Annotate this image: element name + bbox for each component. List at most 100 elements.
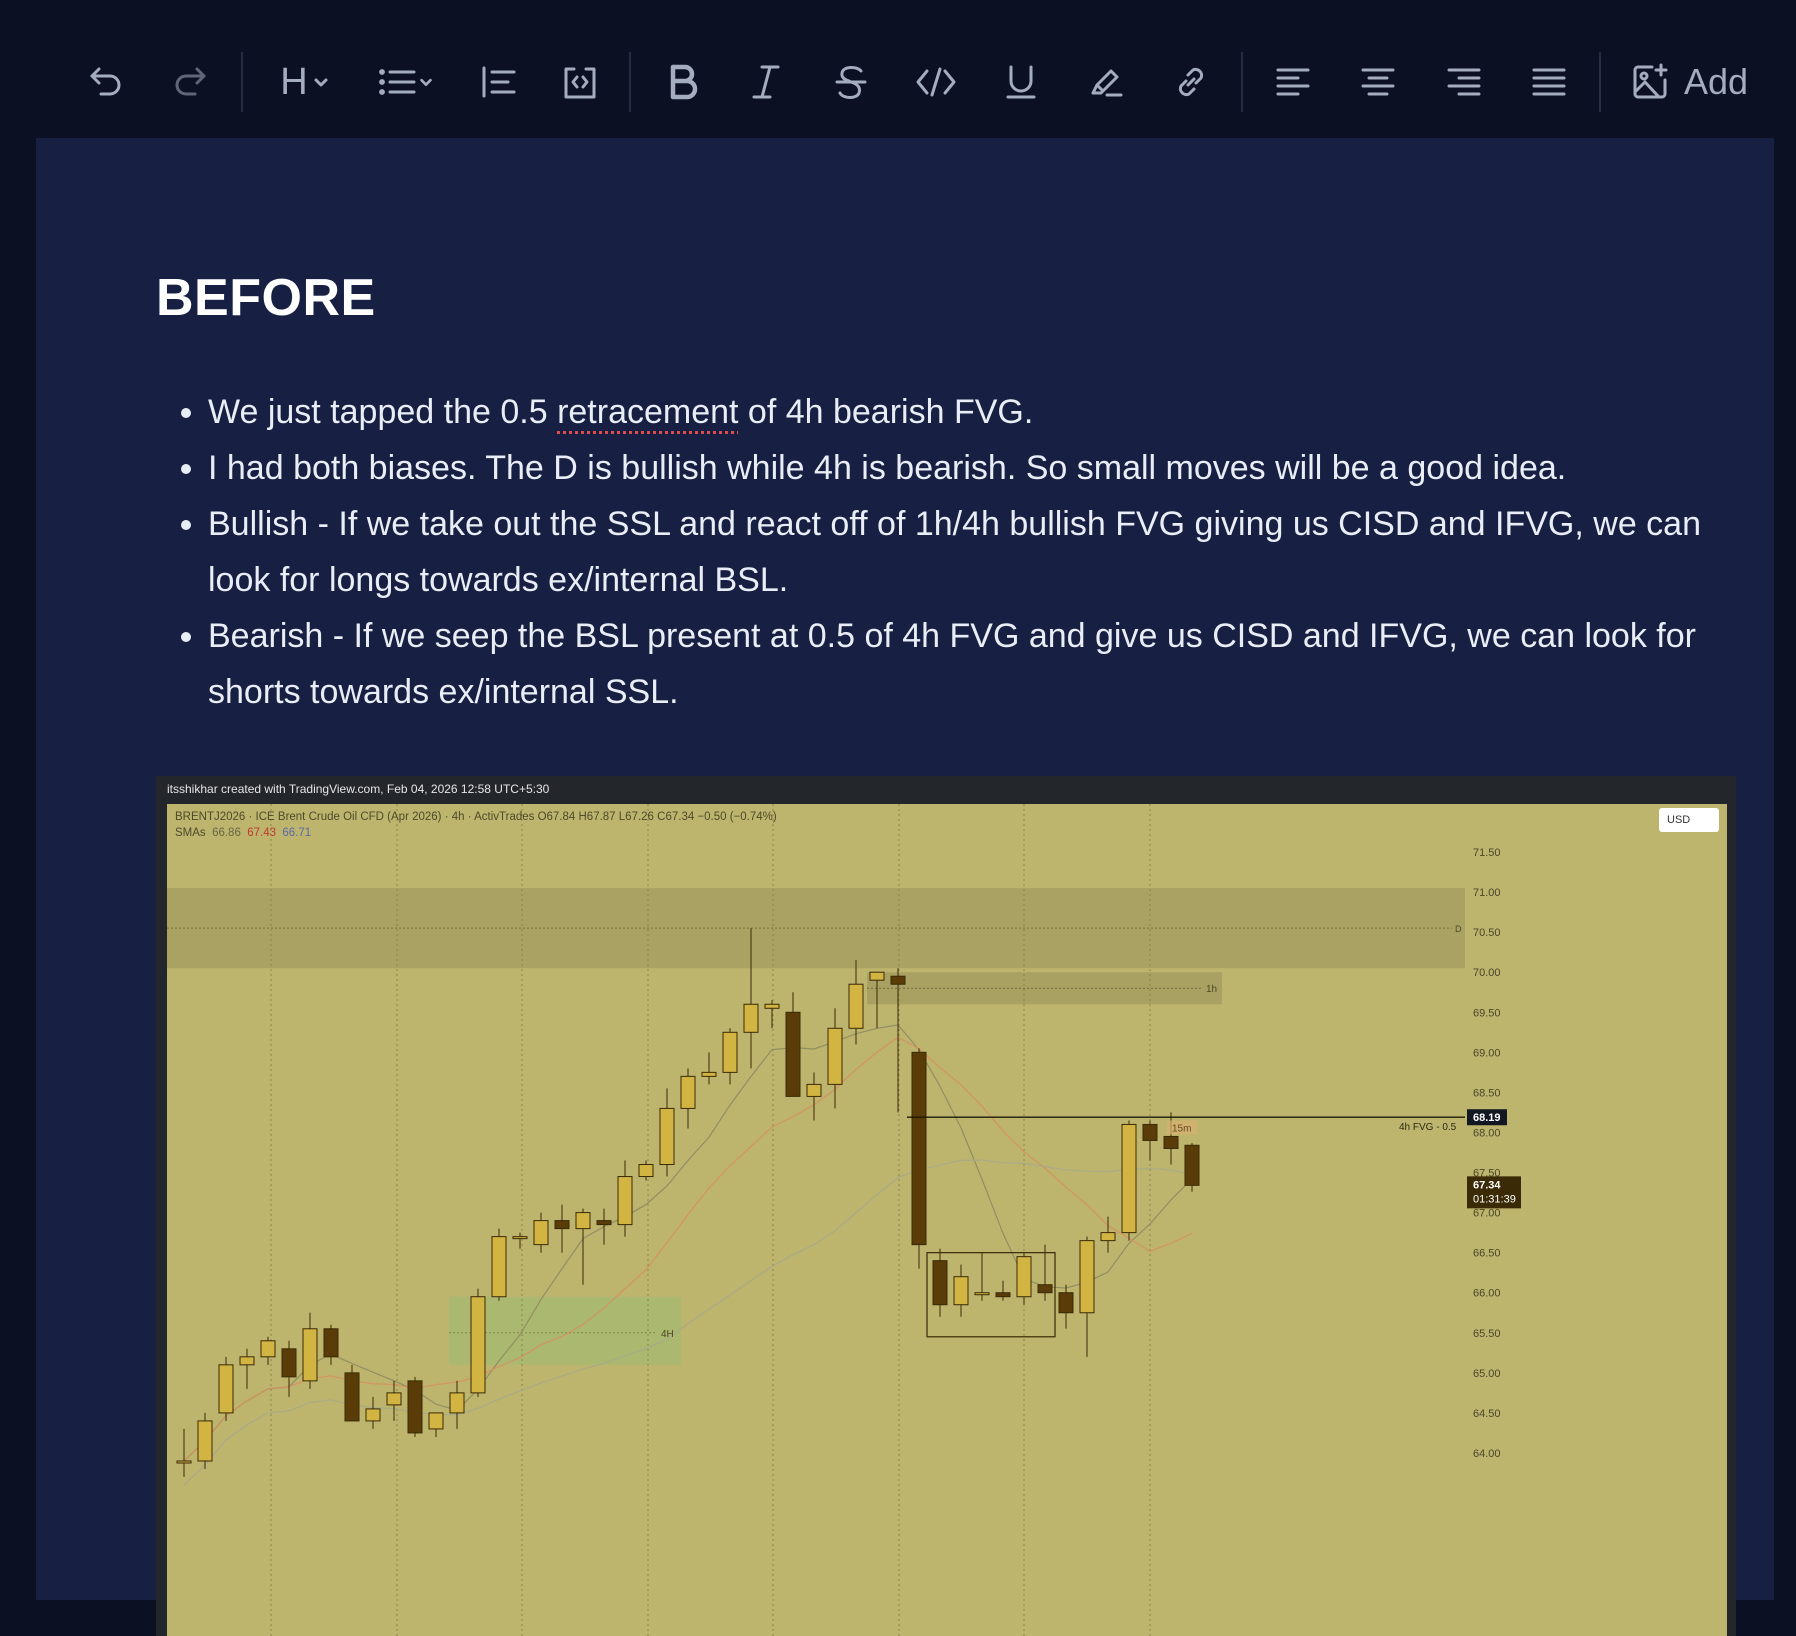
candle-body bbox=[365, 1408, 381, 1422]
strikethrough-icon bbox=[835, 66, 867, 99]
candle-body bbox=[302, 1328, 318, 1382]
toolbar-divider bbox=[241, 52, 243, 112]
candle-body bbox=[827, 1027, 843, 1085]
align-right-button[interactable] bbox=[1436, 52, 1492, 112]
align-justify-icon bbox=[1532, 68, 1566, 96]
align-left-button[interactable] bbox=[1265, 52, 1321, 112]
currency-button: USD bbox=[1659, 808, 1719, 832]
y-tick-label: 65.50 bbox=[1473, 1328, 1501, 1340]
y-tick-label: 70.00 bbox=[1473, 967, 1501, 979]
y-tick-label: 64.00 bbox=[1473, 1448, 1501, 1460]
toolbar-divider bbox=[629, 52, 631, 112]
list-dropdown[interactable] bbox=[372, 52, 440, 112]
candle-body bbox=[554, 1220, 570, 1230]
candle-body bbox=[1058, 1292, 1074, 1314]
align-left-icon bbox=[1276, 68, 1310, 96]
blockquote-button[interactable] bbox=[470, 52, 526, 112]
candle-body bbox=[575, 1212, 591, 1230]
list-item[interactable]: Bullish - If we take out the SSL and rea… bbox=[208, 496, 1748, 608]
h1-label: 1h bbox=[1206, 984, 1217, 995]
candle-body bbox=[1142, 1123, 1158, 1141]
candle-body bbox=[1184, 1144, 1200, 1186]
candle-body bbox=[470, 1296, 486, 1394]
undo-icon bbox=[90, 67, 121, 96]
candle-body bbox=[974, 1292, 990, 1296]
embedded-chart-image[interactable]: itsshikhar created with TradingView.com,… bbox=[156, 776, 1736, 1636]
y-tick-label: 67.00 bbox=[1473, 1208, 1501, 1220]
highlight-button[interactable] bbox=[1078, 52, 1134, 112]
heading-dropdown[interactable]: H bbox=[270, 52, 340, 112]
list-item-text: We just tapped the 0.5 bbox=[208, 393, 558, 431]
candle-body bbox=[218, 1364, 234, 1414]
strikethrough-button[interactable] bbox=[823, 52, 879, 112]
align-right-icon bbox=[1447, 68, 1481, 96]
undo-button[interactable] bbox=[78, 52, 134, 112]
y-tick-label: 69.00 bbox=[1473, 1047, 1501, 1059]
list-item-text: of 4h bearish FVG. bbox=[738, 393, 1034, 431]
code-block-button[interactable] bbox=[552, 52, 608, 112]
bold-button[interactable] bbox=[655, 52, 711, 112]
candle-body bbox=[596, 1220, 612, 1226]
candle-body bbox=[638, 1164, 654, 1178]
sma-label: SMAs bbox=[175, 827, 206, 839]
candle-body bbox=[995, 1292, 1011, 1298]
code-icon bbox=[916, 67, 956, 97]
candle-body bbox=[323, 1328, 339, 1358]
chart-credit: itsshikhar created with TradingView.com,… bbox=[167, 782, 550, 796]
chart-plot-area: 71.50 71.00 70.50 70.00 69.50 69.00 68.50 68.00… bbox=[167, 804, 1727, 1636]
code-button[interactable] bbox=[908, 52, 964, 112]
align-justify-button[interactable] bbox=[1521, 52, 1577, 112]
underline-button[interactable] bbox=[993, 52, 1049, 112]
candle-body bbox=[1079, 1240, 1095, 1314]
candle-body bbox=[344, 1372, 360, 1422]
italic-icon bbox=[752, 65, 780, 99]
editor-toolbar: H Add bbox=[0, 0, 1796, 138]
candle-body bbox=[764, 1003, 780, 1009]
candle-body bbox=[449, 1392, 465, 1414]
candle-body bbox=[281, 1348, 297, 1378]
candle-body bbox=[953, 1276, 969, 1306]
link-icon bbox=[1178, 67, 1204, 97]
document-heading[interactable]: BEFORE bbox=[156, 268, 376, 328]
y-tick-label: 70.50 bbox=[1473, 927, 1501, 939]
candle-body bbox=[260, 1340, 276, 1358]
candle-body bbox=[239, 1356, 255, 1366]
sma-value: 66.71 bbox=[282, 827, 312, 839]
chevron-down-icon bbox=[314, 78, 328, 87]
toolbar-divider bbox=[1241, 52, 1243, 112]
misspelled-word[interactable]: retracement bbox=[557, 393, 738, 431]
list-item[interactable]: Bearish - If we seep the BSL present at … bbox=[208, 608, 1748, 720]
code-block-icon bbox=[564, 67, 596, 99]
chevron-down-icon bbox=[420, 78, 432, 86]
chart-symbol-info: BRENTJ2026 · ICE Brent Crude Oil CFD (Ap… bbox=[175, 811, 777, 823]
candle-body bbox=[869, 971, 885, 981]
sma-value: 67.43 bbox=[247, 827, 277, 839]
candle-body bbox=[890, 975, 906, 985]
bold-icon bbox=[670, 64, 698, 100]
italic-button[interactable] bbox=[738, 52, 794, 112]
candle-body bbox=[1121, 1123, 1137, 1234]
candle-body bbox=[848, 983, 864, 1029]
link-button[interactable] bbox=[1163, 52, 1219, 112]
add-image-label: Add bbox=[1684, 61, 1749, 102]
add-image-button[interactable]: Add bbox=[1630, 52, 1760, 112]
editor-canvas[interactable]: BEFORE We just tapped the 0.5 retracemen… bbox=[36, 138, 1774, 1636]
bullet-list[interactable]: We just tapped the 0.5 retracement of 4h… bbox=[156, 384, 1748, 720]
align-center-button[interactable] bbox=[1350, 52, 1406, 112]
candle-body bbox=[932, 1260, 948, 1306]
candle-body bbox=[701, 1071, 717, 1077]
candle-body bbox=[680, 1075, 696, 1109]
redo-button[interactable] bbox=[162, 52, 218, 112]
list-icon bbox=[379, 69, 416, 95]
candle-body bbox=[743, 1003, 759, 1033]
candle-body bbox=[785, 1011, 801, 1097]
candle-body bbox=[491, 1236, 507, 1298]
candle-body bbox=[512, 1236, 528, 1240]
list-item[interactable]: I had both biases. The D is bullish whil… bbox=[208, 440, 1748, 496]
fvg-label: 4h FVG - 0.5 bbox=[1399, 1122, 1457, 1133]
candle-body bbox=[386, 1392, 402, 1406]
candle-body bbox=[407, 1380, 423, 1434]
list-item[interactable]: We just tapped the 0.5 retracement of 4h… bbox=[208, 384, 1748, 440]
candle-body bbox=[806, 1083, 822, 1097]
highlight-icon bbox=[1091, 69, 1123, 97]
